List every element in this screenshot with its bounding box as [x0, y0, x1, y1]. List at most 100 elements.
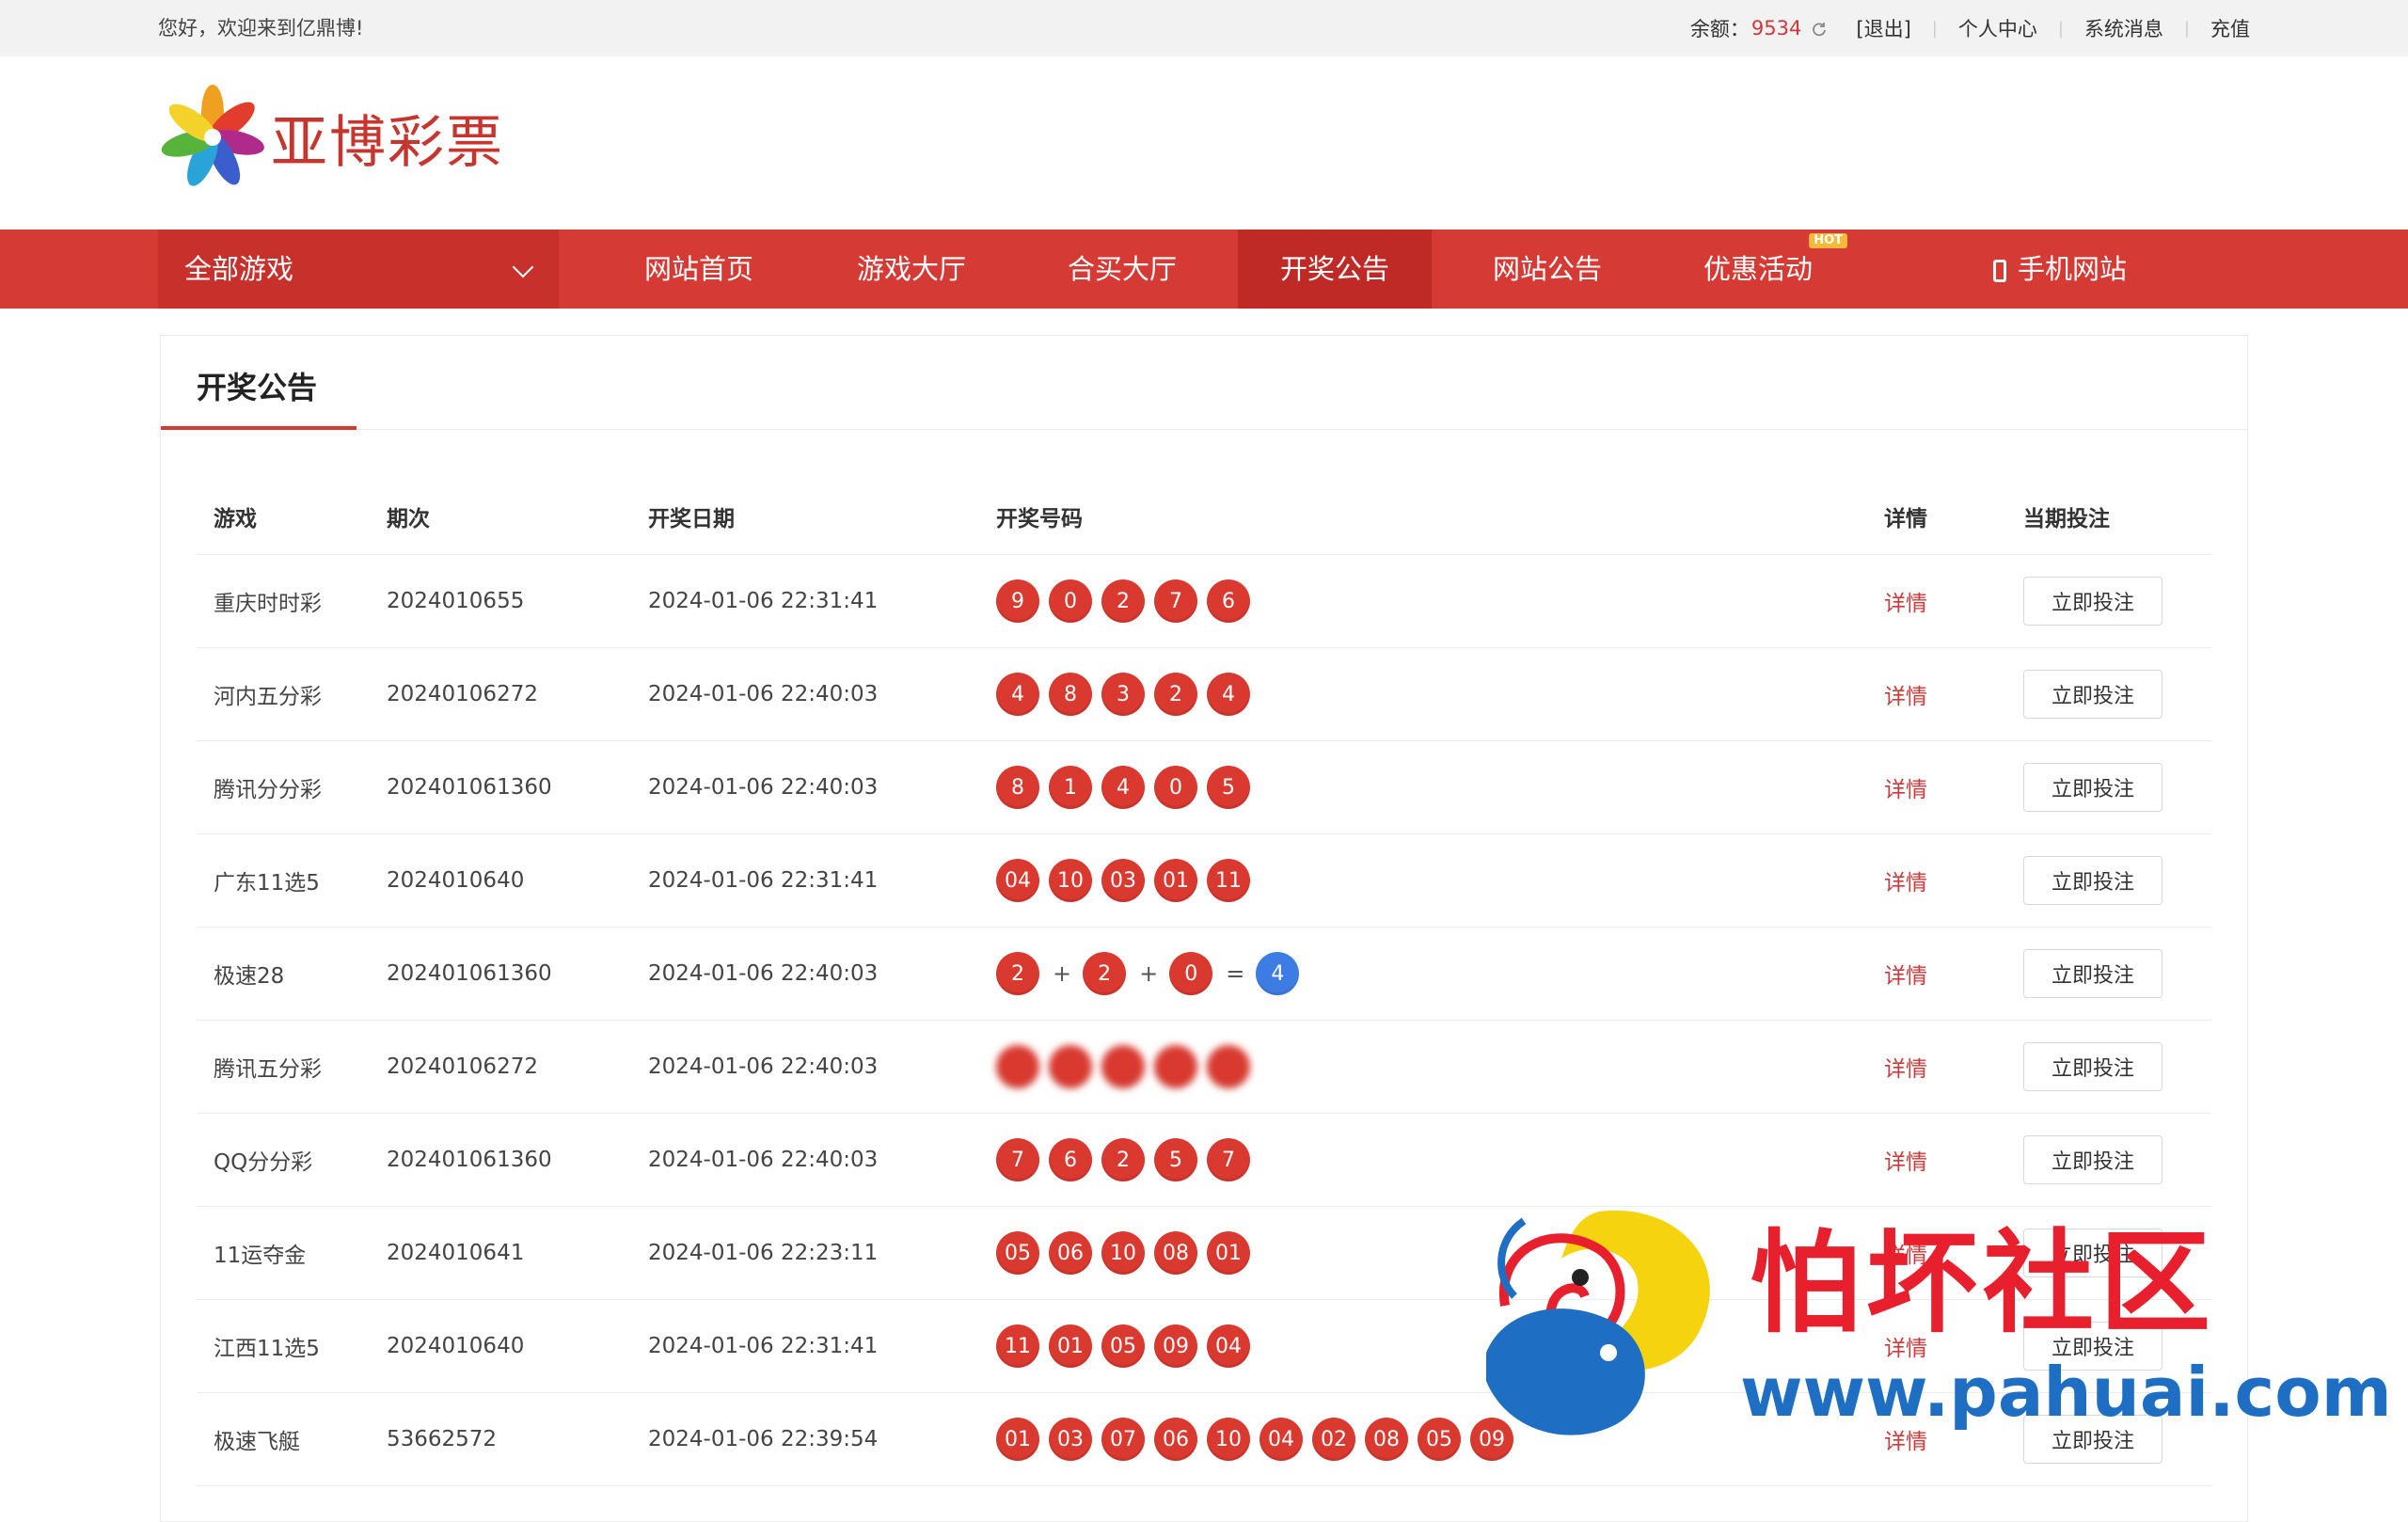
header-game: 游戏	[214, 507, 257, 531]
draw-numbers: 11 01 05 09 04	[996, 1300, 1259, 1392]
number-ball: 6	[1207, 579, 1250, 623]
issue-number: 2024010640	[387, 1334, 525, 1358]
draw-numbers: 2 +2 +0 = 4	[996, 927, 1308, 1020]
all-games-label: 全部游戏	[184, 253, 294, 285]
number-ball	[1101, 1045, 1145, 1088]
all-games-dropdown[interactable]: 全部游戏	[158, 230, 559, 309]
detail-link[interactable]: 详情	[1884, 958, 1927, 990]
issue-number: 20240106272	[387, 1054, 538, 1079]
site-logo[interactable]: 亚博彩票	[160, 85, 504, 190]
number-ball: 03	[1049, 1418, 1092, 1461]
bet-now-button[interactable]: 立即投注	[2023, 1135, 2162, 1184]
number-ball: 11	[996, 1324, 1039, 1368]
number-ball: 2	[996, 952, 1039, 995]
detail-cell: 详情	[1884, 741, 1927, 833]
detail-link[interactable]: 详情	[1884, 771, 1927, 803]
number-ball	[1154, 1045, 1197, 1088]
draw-date: 2024-01-06 22:39:54	[648, 1427, 879, 1451]
number-ball: 2	[1083, 952, 1127, 995]
draw-date: 2024-01-06 22:31:41	[648, 868, 879, 893]
watermark: 怕坏社区 www.pahuai.com	[1467, 1193, 2408, 1458]
nav-item-announcements[interactable]: 网站公告	[1460, 230, 1635, 309]
bet-cell: 立即投注	[2023, 741, 2162, 833]
table-row: 广东11选5 2024010640 2024-01-06 22:31:41 04 10 0…	[197, 834, 2211, 927]
detail-cell: 详情	[1884, 834, 1927, 927]
detail-link[interactable]: 详情	[1884, 585, 1927, 617]
number-ball: 6	[1049, 1138, 1092, 1181]
draw-date: 2024-01-06 22:23:11	[648, 1241, 879, 1265]
game-name: 腾讯分分彩	[214, 778, 322, 802]
account-links: 余额： 9534 [退出] | 个人中心 | 系统消息 | 充值	[1690, 0, 2250, 56]
detail-cell: 详情	[1884, 648, 1927, 740]
draw-numbers: 01 03 07 06 10 04 02 08 05 09	[996, 1393, 1523, 1485]
nav-item-mobile-label: 手机网站	[2017, 253, 2127, 285]
greeting-text: 您好，欢迎来到亿鼎博!	[158, 17, 364, 40]
bet-now-button[interactable]: 立即投注	[2023, 856, 2162, 905]
table-row: 腾讯分分彩 202401061360 2024-01-06 22:40:03 8 1 4 0…	[197, 741, 2211, 834]
number-ball: 2	[1101, 1138, 1145, 1181]
number-ball: 7	[1207, 1138, 1250, 1181]
number-ball: 10	[1207, 1418, 1250, 1461]
fish-logo-icon	[1486, 1210, 1710, 1435]
detail-link[interactable]: 详情	[1884, 1144, 1927, 1176]
detail-cell: 详情	[1884, 927, 1927, 1020]
draw-date: 2024-01-06 22:40:03	[648, 961, 879, 986]
number-ball: 07	[1101, 1418, 1145, 1461]
balance-value: 9534	[1751, 17, 1802, 40]
nav-item-home[interactable]: 网站首页	[611, 230, 786, 309]
bet-cell: 立即投注	[2023, 648, 2162, 740]
number-ball: 09	[1154, 1324, 1197, 1368]
number-ball: 01	[1207, 1231, 1250, 1275]
detail-link[interactable]: 详情	[1884, 678, 1927, 710]
bet-now-button[interactable]: 立即投注	[2023, 1042, 2162, 1091]
bet-now-button[interactable]: 立即投注	[2023, 577, 2162, 626]
nav-item-promotions-label: 优惠活动	[1703, 253, 1813, 285]
draw-date: 2024-01-06 22:40:03	[648, 775, 879, 800]
logout-link[interactable]: [退出]	[1856, 14, 1910, 42]
bet-now-button[interactable]: 立即投注	[2023, 670, 2162, 719]
draw-numbers: 04 10 03 01 11	[996, 834, 1259, 927]
table-row: 极速28 202401061360 2024-01-06 22:40:03 2 +2 +0…	[197, 927, 2211, 1021]
recharge-link[interactable]: 充值	[2210, 14, 2250, 42]
number-ball: 8	[996, 766, 1039, 809]
watermark-text: 怕坏社区	[1750, 1217, 2217, 1348]
logo-text: 亚博彩票	[271, 109, 504, 176]
hot-badge: HOT	[1809, 233, 1847, 248]
nav-item-game-hall[interactable]: 游戏大厅	[824, 230, 999, 309]
nav-item-draw-results[interactable]: 开奖公告	[1238, 230, 1432, 309]
game-name: 极速飞艇	[214, 1430, 300, 1454]
number-ball: 06	[1049, 1231, 1092, 1275]
nav-item-mobile[interactable]: 手机网站	[1956, 230, 2163, 309]
number-ball: 7	[996, 1138, 1039, 1181]
number-ball: 04	[996, 859, 1039, 902]
system-messages-link[interactable]: 系统消息	[2084, 14, 2163, 42]
user-center-link[interactable]: 个人中心	[1958, 14, 2037, 42]
issue-number: 202401061360	[387, 1148, 552, 1172]
issue-number: 20240106272	[387, 682, 538, 706]
number-ball: 04	[1259, 1418, 1303, 1461]
bet-now-button[interactable]: 立即投注	[2023, 763, 2162, 812]
bet-now-button[interactable]: 立即投注	[2023, 949, 2162, 998]
main-nav: 全部游戏 网站首页 游戏大厅 合买大厅 开奖公告 网站公告 优惠活动 HOT 手…	[0, 230, 2408, 309]
detail-cell: 详情	[1884, 555, 1927, 647]
number-ball: 10	[1101, 1231, 1145, 1275]
game-name: 11运夺金	[214, 1244, 307, 1268]
number-ball: 9	[996, 579, 1039, 623]
detail-link[interactable]: 详情	[1884, 1051, 1927, 1083]
detail-link[interactable]: 详情	[1884, 864, 1927, 896]
number-ball: 2	[1154, 673, 1197, 716]
number-ball: 0	[1169, 952, 1213, 995]
refresh-icon[interactable]	[1811, 20, 1828, 37]
nav-item-promotions[interactable]: 优惠活动 HOT	[1671, 230, 1847, 309]
bet-cell: 立即投注	[2023, 927, 2162, 1020]
header-detail: 详情	[1884, 507, 1927, 531]
number-ball: 8	[1049, 673, 1092, 716]
game-name: 极速28	[214, 964, 285, 989]
number-ball: 1	[1049, 766, 1092, 809]
number-ball: 3	[1101, 673, 1145, 716]
game-name: 江西11选5	[214, 1337, 320, 1361]
header-bet: 当期投注	[2023, 507, 2110, 531]
number-ball: 06	[1154, 1418, 1197, 1461]
nav-item-group-buy[interactable]: 合买大厅	[1035, 230, 1210, 309]
watermark-url: www.pahuai.com	[1740, 1353, 2392, 1432]
